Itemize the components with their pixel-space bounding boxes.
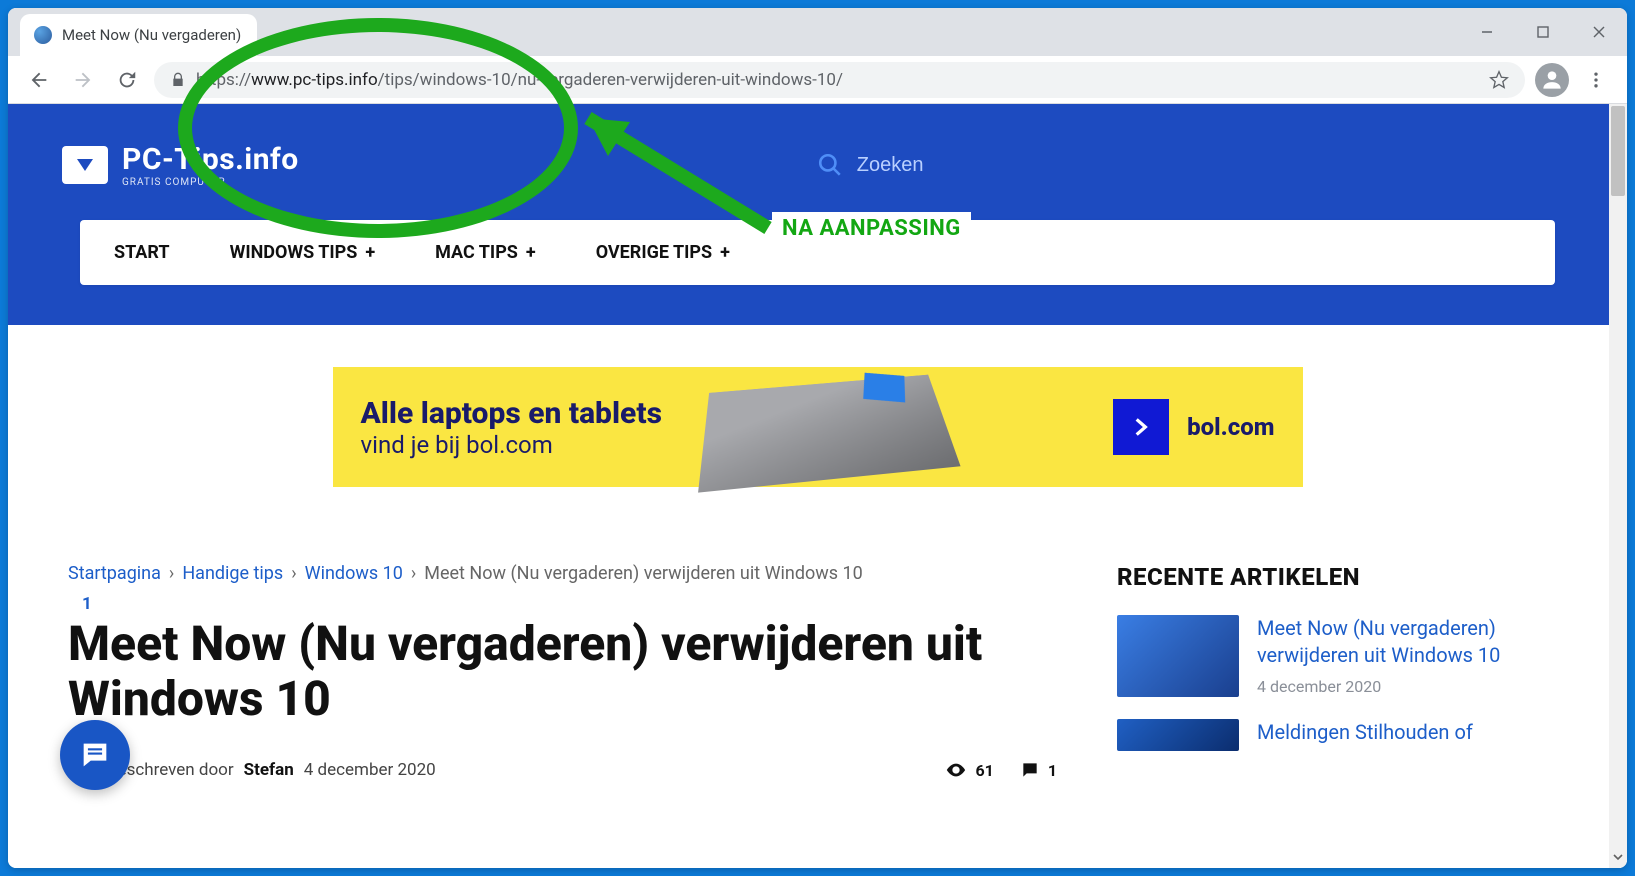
recent-thumb (1117, 719, 1239, 751)
sidebar-heading: RECENTE ARTIKELEN (1117, 563, 1567, 591)
address-bar[interactable]: https://www.pc-tips.info/tips/windows-10… (154, 62, 1525, 98)
breadcrumb-link[interactable]: Windows 10 (305, 563, 403, 584)
close-button[interactable] (1571, 12, 1627, 52)
tab-title: Meet Now (Nu vergaderen) (62, 26, 241, 44)
recent-title: Meldingen Stilhouden of (1257, 719, 1473, 746)
ad-headline: Alle laptops en tablets (361, 396, 662, 431)
comment-count[interactable]: 1 (1020, 760, 1057, 780)
bookmark-star-icon[interactable] (1489, 70, 1509, 90)
breadcrumb: Startpagina › Handige tips › Windows 10 … (68, 563, 1057, 584)
site-search (817, 152, 1057, 178)
nav-start[interactable]: START (84, 220, 200, 285)
nav-windows-tips[interactable]: WINDOWS TIPS + (200, 220, 406, 285)
browser-window: Meet Now (Nu vergaderen) (8, 8, 1627, 868)
plus-icon: + (526, 242, 536, 263)
breadcrumb-current: Meet Now (Nu vergaderen) verwijderen uit… (424, 563, 863, 584)
logo-title: PC-Tips.info (122, 142, 299, 177)
comment-icon (1020, 760, 1040, 780)
page-body: Startpagina › Handige tips › Windows 10 … (8, 525, 1627, 804)
main-column: Startpagina › Handige tips › Windows 10 … (68, 563, 1057, 784)
byline: Geschreven door Stefan 4 december 2020 6… (68, 756, 1057, 784)
recent-article-item[interactable]: Meet Now (Nu vergaderen) verwijderen uit… (1117, 615, 1567, 697)
recent-date: 4 december 2020 (1257, 677, 1567, 696)
ad-banner[interactable]: Alle laptops en tablets vind je bij bol.… (333, 367, 1303, 487)
scroll-thumb[interactable] (1611, 106, 1625, 196)
back-button[interactable] (22, 63, 56, 97)
chat-icon (78, 738, 112, 772)
forward-button[interactable] (66, 63, 100, 97)
window-controls (1459, 12, 1627, 52)
view-count: 61 (945, 759, 993, 781)
url-text: https://www.pc-tips.info/tips/windows-10… (196, 70, 843, 90)
nav-overige-tips[interactable]: OVERIGE TIPS + (566, 220, 760, 285)
plus-icon: + (365, 242, 375, 263)
vertical-scrollbar[interactable] (1609, 104, 1627, 868)
sidebar: RECENTE ARTIKELEN Meet Now (Nu vergadere… (1117, 563, 1567, 784)
search-input[interactable] (857, 154, 1057, 177)
lock-icon (170, 72, 186, 88)
recent-title: Meet Now (Nu vergaderen) verwijderen uit… (1257, 615, 1567, 669)
profile-icon[interactable] (1535, 63, 1569, 97)
browser-tab[interactable]: Meet Now (Nu vergaderen) (20, 14, 257, 56)
tab-favicon (34, 26, 52, 44)
annotation-label: NA AANPASSING (772, 212, 971, 245)
share-count: 1 (82, 594, 1057, 614)
logo-icon (62, 146, 108, 184)
ad-arrow-icon (1113, 399, 1169, 455)
recent-thumb (1117, 615, 1239, 697)
scroll-down-arrow-icon[interactable] (1609, 848, 1627, 866)
kebab-menu-icon[interactable] (1579, 63, 1613, 97)
reload-button[interactable] (110, 63, 144, 97)
maximize-button[interactable] (1515, 12, 1571, 52)
search-icon (817, 152, 843, 178)
ad-laptop-image (698, 375, 960, 493)
ad-brand: bol.com (1187, 413, 1274, 441)
logo-subtitle: GRATIS COMPUTER (122, 177, 299, 188)
titlebar: Meet Now (Nu vergaderen) (8, 8, 1627, 56)
author-name: Stefan (244, 760, 294, 780)
recent-article-item[interactable]: Meldingen Stilhouden of (1117, 719, 1567, 751)
article-title: Meet Now (Nu vergaderen) verwijderen uit… (68, 616, 1057, 726)
nav-mac-tips[interactable]: MAC TIPS + (405, 220, 566, 285)
breadcrumb-link[interactable]: Handige tips (182, 563, 283, 584)
toolbar: https://www.pc-tips.info/tips/windows-10… (8, 56, 1627, 104)
eye-icon (945, 759, 967, 781)
article-date: 4 december 2020 (304, 760, 436, 780)
site-logo[interactable]: PC-Tips.info GRATIS COMPUTER (44, 132, 317, 198)
ad-subline: vind je bij bol.com (361, 431, 662, 459)
chat-fab[interactable] (60, 720, 130, 790)
breadcrumb-link[interactable]: Startpagina (68, 563, 161, 584)
plus-icon: + (720, 242, 730, 263)
minimize-button[interactable] (1459, 12, 1515, 52)
